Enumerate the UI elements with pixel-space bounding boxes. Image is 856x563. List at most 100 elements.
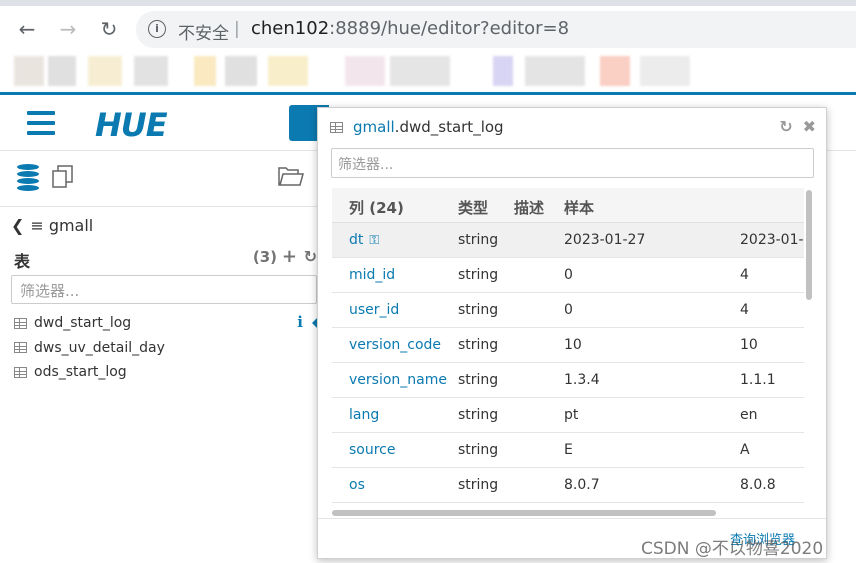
info-icon[interactable]: i — [297, 313, 303, 331]
column-name[interactable]: user_id — [349, 302, 399, 318]
info-icon[interactable]: i — [148, 20, 166, 38]
tables-header: 表 (3) + ↻ — [14, 246, 319, 272]
table-row[interactable]: mid_id string 0 4 — [332, 258, 804, 293]
close-icon[interactable]: ✖ — [803, 117, 816, 136]
table-row[interactable]: version_name string 1.3.4 1.1.1 — [332, 363, 804, 398]
column-name[interactable]: dt ⚿ — [349, 232, 379, 248]
vertical-scrollbar[interactable] — [806, 190, 812, 300]
database-small-icon: ≡ — [30, 216, 44, 235]
column-name-text[interactable]: dt — [349, 232, 363, 248]
sample-value: en — [740, 407, 758, 423]
columns-grid: 列 (24) 类型 描述 样本 dt ⚿ string 2023-01-27 20… — [332, 188, 804, 506]
column-name[interactable]: version_code — [349, 337, 441, 353]
table-row[interactable]: user_id string 0 4 — [332, 293, 804, 328]
sample-value: 1.3.4 — [564, 372, 600, 388]
table-name[interactable]: dws_uv_detail_day — [34, 340, 165, 356]
browser-chrome: ← → ↻ i 不安全 | chen102:8889/hue/editor?ed… — [0, 0, 856, 95]
bookmark-blurred[interactable] — [600, 56, 630, 86]
address-bar[interactable]: i 不安全 | chen102:8889/hue/editor?editor=8 — [136, 11, 856, 48]
forward-button[interactable]: → — [55, 16, 81, 42]
bookmark-blurred[interactable] — [14, 56, 44, 86]
table-row[interactable]: source string E A — [332, 433, 804, 468]
database-icon[interactable] — [17, 164, 39, 191]
table-icon — [14, 366, 27, 378]
header-column[interactable]: 列 (24) — [349, 197, 404, 218]
column-name[interactable]: source — [349, 442, 396, 458]
table-popover: gmall .dwd_start_log ↻ ✖ 筛选器... 列 (24) 类型 … — [317, 107, 827, 559]
table-row[interactable]: os string 8.0.7 8.0.8 — [332, 468, 804, 503]
hamburger-icon[interactable] — [27, 111, 55, 135]
bookmark-blurred[interactable] — [345, 56, 385, 86]
table-row[interactable]: lang string pt en — [332, 398, 804, 433]
bookmark-blurred[interactable] — [390, 56, 450, 86]
sample-value: 2023-01-27 — [564, 232, 646, 248]
bookmark-blurred[interactable] — [194, 56, 216, 86]
table-item[interactable]: dws_uv_detail_day — [14, 336, 319, 361]
key-icon: ⚿ — [369, 233, 380, 248]
popover-title-db[interactable]: gmall — [353, 118, 395, 136]
bookmark-blurred[interactable] — [493, 56, 513, 86]
column-type: string — [458, 337, 499, 353]
bookmark-blurred[interactable] — [225, 56, 257, 86]
grid-header: 列 (24) 类型 描述 样本 — [332, 188, 804, 223]
column-type: string — [458, 477, 499, 493]
folder-icon-svg — [278, 167, 304, 186]
horizontal-scrollbar[interactable] — [332, 510, 716, 516]
column-name[interactable]: lang — [349, 407, 379, 423]
breadcrumb[interactable]: ❮ ≡ gmall — [11, 216, 93, 235]
sample-value: 10 — [564, 337, 582, 353]
bookmark-blurred[interactable] — [268, 56, 308, 86]
tables-label: 表 — [14, 252, 31, 271]
reload-button[interactable]: ↻ — [96, 16, 122, 42]
horizontal-scrollbar-track[interactable] — [330, 508, 816, 518]
refresh-icon[interactable]: ↻ — [779, 117, 792, 136]
tab-strip — [0, 0, 856, 6]
left-panel-toolbar — [0, 151, 320, 207]
header-sample[interactable]: 样本 — [564, 197, 594, 218]
hue-logo[interactable]: HUE — [95, 106, 168, 144]
bookmark-blurred[interactable] — [640, 56, 690, 86]
plus-icon[interactable]: + — [282, 246, 297, 267]
bookmark-blurred[interactable] — [48, 56, 76, 86]
column-type: string — [458, 372, 499, 388]
table-item[interactable]: dwd_start_log i — [14, 311, 319, 336]
popover-filter-input[interactable]: 筛选器... — [331, 148, 814, 178]
url-text[interactable]: chen102:8889/hue/editor?editor=8 — [251, 18, 569, 39]
refresh-icon[interactable]: ↻ — [304, 247, 317, 266]
header-desc[interactable]: 描述 — [514, 197, 544, 218]
sample-value: 4 — [740, 302, 749, 318]
table-item[interactable]: ods_start_log — [14, 360, 319, 385]
table-icon — [330, 121, 343, 133]
address-separator: | — [234, 19, 240, 39]
documents-icon[interactable] — [52, 165, 74, 189]
sample-value: 2023-01-2 — [740, 232, 804, 248]
folder-icon[interactable] — [278, 165, 304, 193]
table-list: dwd_start_log i dws_uv_detail_day ods_st… — [14, 311, 319, 385]
column-name[interactable]: os — [349, 477, 365, 493]
watermark: CSDN @不以物喜2020 — [641, 539, 824, 559]
table-name[interactable]: dwd_start_log — [34, 315, 131, 331]
header-type[interactable]: 类型 — [458, 197, 488, 218]
column-type: string — [458, 302, 499, 318]
chevron-left-icon[interactable]: ❮ — [11, 216, 24, 235]
table-name[interactable]: ods_start_log — [34, 364, 127, 380]
table-row[interactable]: dt ⚿ string 2023-01-27 2023-01-2 — [332, 223, 804, 258]
column-name[interactable]: version_name — [349, 372, 447, 388]
column-type: string — [458, 407, 499, 423]
column-name[interactable]: mid_id — [349, 267, 395, 283]
url-path: :8889/hue/editor?editor=8 — [329, 18, 570, 39]
table-row[interactable]: version_code string 10 10 — [332, 328, 804, 363]
column-type: string — [458, 267, 499, 283]
back-button[interactable]: ← — [14, 16, 40, 42]
tables-count: (3) — [252, 248, 277, 266]
left-filter-input[interactable]: 筛选器... — [11, 275, 317, 304]
bookmark-blurred[interactable] — [525, 56, 585, 86]
bookmark-blurred[interactable] — [88, 56, 122, 86]
bookmark-blurred[interactable] — [134, 56, 168, 86]
popover-title: gmall .dwd_start_log — [330, 118, 504, 136]
sample-value: A — [740, 442, 750, 458]
popover-actions: ↻ ✖ — [769, 117, 816, 136]
sample-value: 4 — [740, 267, 749, 283]
breadcrumb-database[interactable]: gmall — [49, 216, 93, 235]
popover-divider — [318, 518, 826, 519]
